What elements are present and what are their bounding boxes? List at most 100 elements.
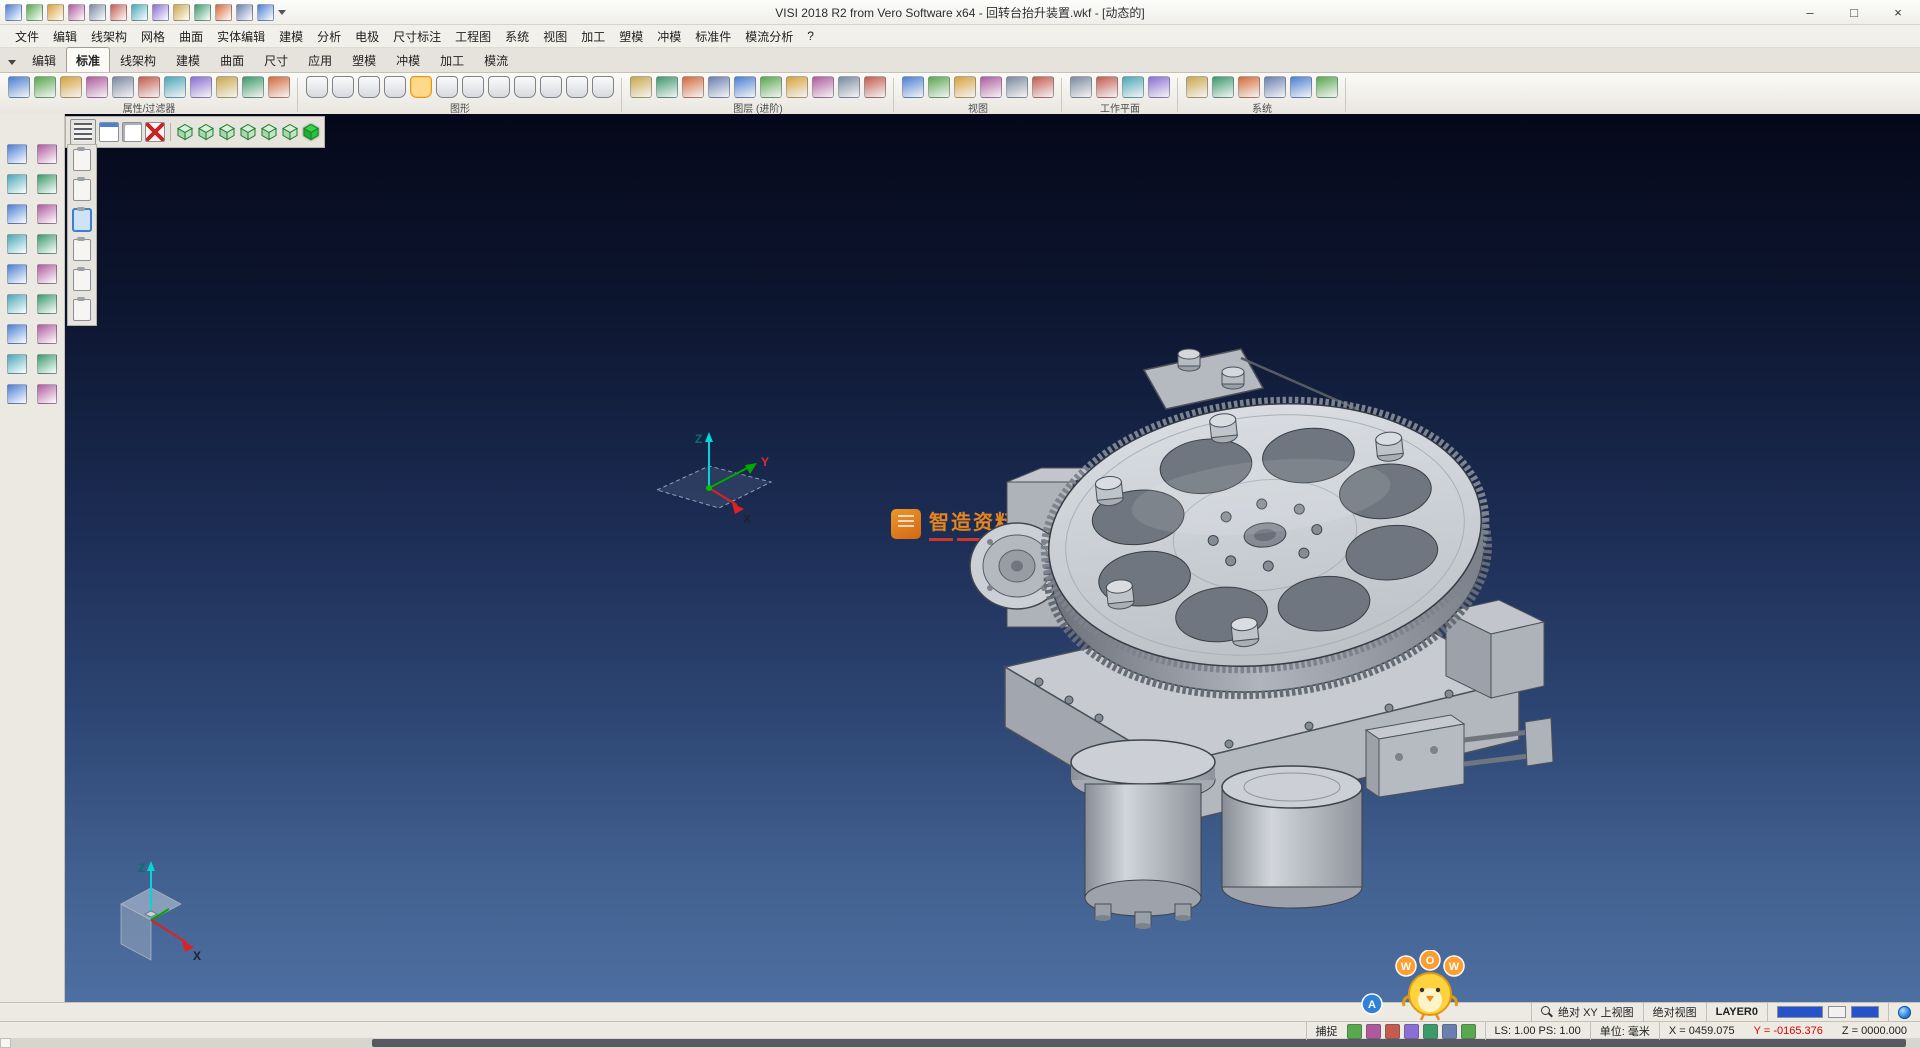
quick-access-icon[interactable] (5, 4, 22, 21)
tab-2[interactable]: 线架构 (110, 47, 166, 72)
ribbon-icon[interactable] (630, 76, 652, 98)
ribbon-icon[interactable] (812, 76, 834, 98)
maximize-button[interactable]: □ (1832, 1, 1876, 24)
close-button[interactable]: × (1876, 1, 1920, 24)
ribbon-icon[interactable] (164, 76, 186, 98)
strip-icon[interactable] (73, 149, 91, 171)
quick-access-icon[interactable] (173, 4, 190, 21)
ribbon-icon[interactable] (708, 76, 730, 98)
ribbon-icon[interactable] (410, 76, 432, 98)
ribbon-icon[interactable] (1186, 76, 1208, 98)
ribbon-icon[interactable] (268, 76, 290, 98)
ribbon-icon[interactable] (358, 76, 380, 98)
tab-9[interactable]: 加工 (430, 47, 474, 72)
quick-access-icon[interactable] (89, 4, 106, 21)
quick-access-icon[interactable] (257, 4, 274, 21)
ribbon-icon[interactable] (1148, 76, 1170, 98)
tab-dropdown-icon[interactable] (8, 60, 16, 65)
ribbon-icon[interactable] (306, 76, 328, 98)
ribbon-icon[interactable] (1096, 76, 1118, 98)
sidebar-icon[interactable] (7, 384, 27, 404)
ribbon-icon[interactable] (1032, 76, 1054, 98)
tab-3[interactable]: 建模 (166, 47, 210, 72)
ribbon-icon[interactable] (1290, 76, 1312, 98)
ribbon-icon[interactable] (8, 76, 30, 98)
tab-1[interactable]: 标准 (66, 47, 110, 72)
ribbon-icon[interactable] (138, 76, 160, 98)
quick-access-icon[interactable] (194, 4, 211, 21)
status-tool-icon[interactable] (1423, 1024, 1438, 1039)
ribbon-icon[interactable] (1264, 76, 1286, 98)
scrollbar-thumb[interactable] (372, 1039, 1906, 1047)
ribbon-icon[interactable] (980, 76, 1002, 98)
menu-item-3[interactable]: 网格 (134, 25, 172, 48)
window-icon[interactable] (99, 122, 119, 142)
ribbon-icon[interactable] (86, 76, 108, 98)
ribbon-icon[interactable] (1006, 76, 1028, 98)
menu-item-2[interactable]: 线架构 (84, 25, 134, 48)
quick-access-icon[interactable] (26, 4, 43, 21)
viewport-3d[interactable]: Z Y X Z X 智造资料网 (65, 114, 1920, 1002)
ribbon-icon[interactable] (514, 76, 536, 98)
sidebar-icon[interactable] (37, 264, 57, 284)
menu-item-18[interactable]: ? (800, 26, 821, 46)
tab-8[interactable]: 冲模 (386, 47, 430, 72)
menu-item-5[interactable]: 实体编辑 (210, 25, 272, 48)
menu-item-10[interactable]: 工程图 (448, 25, 498, 48)
close-view-icon[interactable] (145, 122, 165, 142)
view-cube-icon[interactable] (260, 123, 278, 141)
ribbon-icon[interactable] (216, 76, 238, 98)
ribbon-icon[interactable] (1238, 76, 1260, 98)
sidebar-icon[interactable] (37, 204, 57, 224)
quick-access-icon[interactable] (236, 4, 253, 21)
ribbon-icon[interactable] (332, 76, 354, 98)
abs-view-cell[interactable]: 绝对视图 (1643, 1003, 1706, 1021)
ribbon-icon[interactable] (682, 76, 704, 98)
menu-item-15[interactable]: 冲模 (650, 25, 688, 48)
sidebar-icon[interactable] (7, 354, 27, 374)
menu-item-1[interactable]: 编辑 (46, 25, 84, 48)
globe-cell[interactable] (1888, 1003, 1920, 1021)
ribbon-icon[interactable] (242, 76, 264, 98)
sidebar-icon[interactable] (37, 234, 57, 254)
list-icon[interactable] (70, 119, 96, 145)
ribbon-icon[interactable] (786, 76, 808, 98)
strip-icon[interactable] (73, 209, 91, 231)
ribbon-icon[interactable] (34, 76, 56, 98)
layer-cell[interactable]: LAYER0 (1706, 1003, 1767, 1021)
ribbon-icon[interactable] (566, 76, 588, 98)
status-tool-icon[interactable] (1385, 1024, 1400, 1039)
view-cube-icon[interactable] (281, 123, 299, 141)
ribbon-icon[interactable] (760, 76, 782, 98)
tab-4[interactable]: 曲面 (210, 47, 254, 72)
snap-cell[interactable]: 捕捉 (1306, 1022, 1485, 1040)
sidebar-icon[interactable] (37, 354, 57, 374)
menu-item-8[interactable]: 电极 (348, 25, 386, 48)
tab-0[interactable]: 编辑 (22, 47, 66, 72)
sidebar-icon[interactable] (7, 204, 27, 224)
strip-icon[interactable] (73, 239, 91, 261)
view-mode-cell[interactable]: 绝对 XY 上视图 (1531, 1003, 1643, 1021)
sidebar-icon[interactable] (7, 174, 27, 194)
view-cube-icon[interactable] (302, 123, 320, 141)
ribbon-icon[interactable] (436, 76, 458, 98)
ribbon-icon[interactable] (656, 76, 678, 98)
cad-model[interactable] (889, 292, 1649, 992)
ribbon-icon[interactable] (540, 76, 562, 98)
ribbon-icon[interactable] (462, 76, 484, 98)
ribbon-icon[interactable] (902, 76, 924, 98)
status-tool-icon[interactable] (1461, 1024, 1476, 1039)
status-tool-icon[interactable] (1366, 1024, 1381, 1039)
sidebar-icon[interactable] (7, 144, 27, 164)
sidebar-icon[interactable] (7, 294, 27, 314)
ribbon-icon[interactable] (1070, 76, 1092, 98)
tab-10[interactable]: 模流 (474, 47, 518, 72)
sidebar-icon[interactable] (7, 324, 27, 344)
quick-access-icon[interactable] (215, 4, 232, 21)
sidebar-icon[interactable] (7, 264, 27, 284)
ribbon-icon[interactable] (384, 76, 406, 98)
quick-access-icon[interactable] (47, 4, 64, 21)
ribbon-icon[interactable] (1122, 76, 1144, 98)
ribbon-icon[interactable] (838, 76, 860, 98)
strip-icon[interactable] (73, 269, 91, 291)
